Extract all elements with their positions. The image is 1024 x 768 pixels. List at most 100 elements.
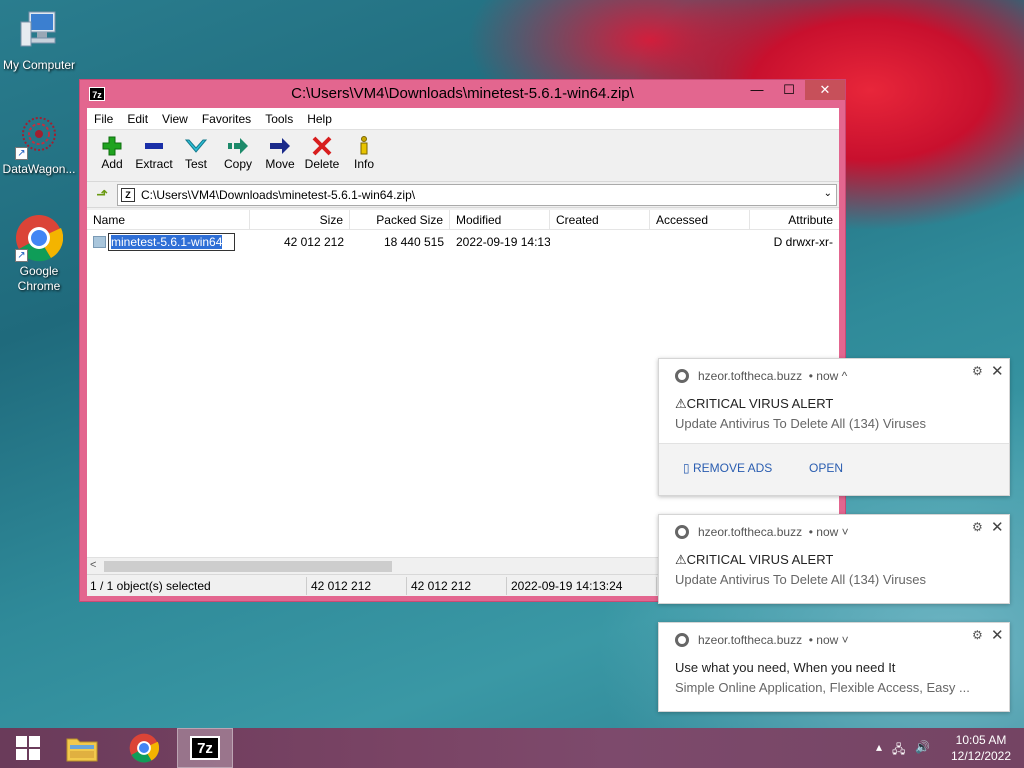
gear-icon[interactable]: ⚙: [972, 520, 983, 534]
notification-2[interactable]: hzeor.toftheca.buzz • now ˅ ⚙ ✕ ⚠CRITICA…: [658, 514, 1010, 604]
notification-body: Update Antivirus To Delete All (134) Vir…: [675, 416, 926, 431]
chrome-icon: [675, 525, 689, 539]
shortcut-arrow-icon: ↗: [15, 147, 28, 160]
plus-icon: [91, 135, 133, 157]
volume-icon[interactable]: 🔊: [915, 740, 930, 761]
status-packed-size: 42 012 212: [407, 576, 507, 595]
notification-title: ⚠CRITICAL VIRUS ALERT: [675, 396, 834, 411]
notification-title: Use what you need, When you need It: [675, 660, 896, 675]
desktop-icon-label-line2: Chrome: [17, 279, 61, 293]
notification-time[interactable]: • now ^: [809, 369, 848, 383]
menu-tools[interactable]: Tools: [258, 112, 300, 126]
folder-icon: [93, 236, 106, 248]
test-button-label: Test: [184, 157, 207, 171]
info-button-label: Info: [353, 157, 374, 171]
chevron-down-icon[interactable]: ⌄: [824, 188, 832, 199]
menu-edit[interactable]: Edit: [120, 112, 155, 126]
gear-icon[interactable]: ⚙: [972, 364, 983, 378]
copy-button[interactable]: Copy: [217, 130, 259, 181]
taskbar-chrome[interactable]: [116, 728, 172, 768]
x-icon: [301, 135, 343, 157]
extract-button[interactable]: Extract: [133, 130, 175, 181]
info-button[interactable]: Info: [343, 130, 385, 181]
menu-view[interactable]: View: [155, 112, 195, 126]
notification-time[interactable]: • now ˅: [809, 633, 849, 647]
menu-help[interactable]: Help: [300, 112, 339, 126]
start-button[interactable]: [0, 728, 56, 768]
clock-time: 10:05 AM: [955, 733, 1007, 747]
chrome-icon: [675, 369, 689, 383]
column-header-size[interactable]: Size: [250, 210, 350, 229]
status-selected: 1 / 1 object(s) selected: [87, 576, 307, 595]
cell-attribute: D drwxr-xr-: [773, 235, 833, 249]
column-header-created[interactable]: Created: [550, 210, 650, 229]
desktop-icon-my-computer[interactable]: My Computer: [0, 8, 78, 73]
address-path: C:\Users\VM4\Downloads\minetest-5.6.1-wi…: [141, 187, 416, 202]
close-icon[interactable]: ✕: [991, 362, 1004, 380]
close-icon[interactable]: ✕: [991, 626, 1004, 644]
column-header-attribute[interactable]: Attribute: [750, 210, 839, 229]
notification-time[interactable]: • now ˅: [809, 525, 849, 539]
close-button[interactable]: ✕: [805, 80, 845, 100]
show-hidden-icons-icon[interactable]: ▴: [876, 740, 882, 761]
rename-input[interactable]: minetest-5.6.1-win64: [108, 233, 236, 251]
menu-favorites[interactable]: Favorites: [195, 112, 258, 126]
desktop-icon-datawagon[interactable]: ↗ DataWagon...: [0, 112, 78, 177]
clock[interactable]: 10:05 AM 12/12/2022: [944, 732, 1018, 764]
clock-date: 12/12/2022: [950, 749, 1012, 763]
check-icon: [175, 135, 217, 157]
desktop-icon-label-line1: Google: [19, 264, 59, 278]
delete-button[interactable]: Delete: [301, 130, 343, 181]
chrome-icon: [129, 733, 159, 763]
toolbar: Add Extract Test Copy Move Delete Info: [87, 130, 839, 182]
notification-3[interactable]: hzeor.toftheca.buzz • now ˅ ⚙ ✕ Use what…: [658, 622, 1010, 712]
column-header-modified[interactable]: Modified: [450, 210, 550, 229]
shortcut-arrow-icon: ↗: [15, 249, 28, 262]
menu-file[interactable]: File: [87, 112, 120, 126]
taskbar: 7z ▴ 🖧 🔊 10:05 AM 12/12/2022: [0, 728, 1024, 768]
column-header-accessed[interactable]: Accessed: [650, 210, 750, 229]
window-title: C:\Users\VM4\Downloads\minetest-5.6.1-wi…: [291, 85, 634, 102]
network-icon[interactable]: 🖧: [892, 740, 905, 761]
move-button[interactable]: Move: [259, 130, 301, 181]
scrollbar-thumb[interactable]: [104, 561, 392, 572]
notification-source-url: hzeor.toftheca.buzz: [698, 633, 803, 647]
column-header-packed-size[interactable]: Packed Size: [350, 210, 450, 229]
open-button[interactable]: OPEN: [809, 461, 843, 475]
rename-input-text: minetest-5.6.1-win64: [111, 235, 223, 249]
status-size: 42 012 212: [307, 576, 407, 595]
table-row[interactable]: minetest-5.6.1-win64 42 012 212 18 440 5…: [87, 232, 839, 252]
remove-ads-button[interactable]: ▯ REMOVE ADS: [683, 461, 772, 475]
taskbar-file-explorer[interactable]: [54, 728, 110, 768]
status-modified: 2022-09-19 14:13:24: [507, 576, 657, 595]
notification-source: hzeor.toftheca.buzz • now ˅: [675, 525, 849, 539]
desktop-icon-google-chrome[interactable]: ↗ Google Chrome: [0, 214, 78, 294]
taskbar-7zip[interactable]: 7z: [177, 728, 233, 768]
cell-name: minetest-5.6.1-win64: [87, 233, 250, 251]
zip-file-icon: Z: [121, 187, 135, 202]
minimize-button[interactable]: —: [741, 80, 773, 100]
minus-icon: [133, 135, 175, 157]
chrome-icon: ↗: [15, 214, 64, 262]
maximize-button[interactable]: ☐: [773, 80, 805, 100]
add-button[interactable]: Add: [91, 130, 133, 181]
copy-button-label: Copy: [223, 157, 252, 171]
notification-source-url: hzeor.toftheca.buzz: [698, 525, 803, 539]
folder-up-icon[interactable]: ⬏: [87, 186, 117, 203]
close-icon[interactable]: ✕: [991, 518, 1004, 536]
column-header-name[interactable]: Name: [87, 210, 250, 229]
notification-title: ⚠CRITICAL VIRUS ALERT: [675, 552, 834, 567]
move-arrow-icon: [259, 135, 301, 157]
cell-modified: 2022-09-19 14:13: [456, 235, 550, 249]
scroll-left-icon[interactable]: <: [90, 559, 96, 571]
cell-size: 42 012 212: [283, 235, 344, 249]
address-bar: ⬏ Z C:\Users\VM4\Downloads\minetest-5.6.…: [87, 182, 839, 208]
copy-arrow-icon: [217, 135, 259, 157]
add-button-label: Add: [101, 157, 123, 171]
address-field[interactable]: Z C:\Users\VM4\Downloads\minetest-5.6.1-…: [117, 183, 837, 206]
title-bar[interactable]: 7z C:\Users\VM4\Downloads\minetest-5.6.1…: [80, 80, 845, 108]
test-button[interactable]: Test: [175, 130, 217, 181]
gear-icon[interactable]: ⚙: [972, 628, 983, 642]
notification-1[interactable]: hzeor.toftheca.buzz • now ^ ⚙ ✕ ⚠CRITICA…: [658, 358, 1010, 496]
datawagon-icon: ↗: [15, 112, 63, 160]
